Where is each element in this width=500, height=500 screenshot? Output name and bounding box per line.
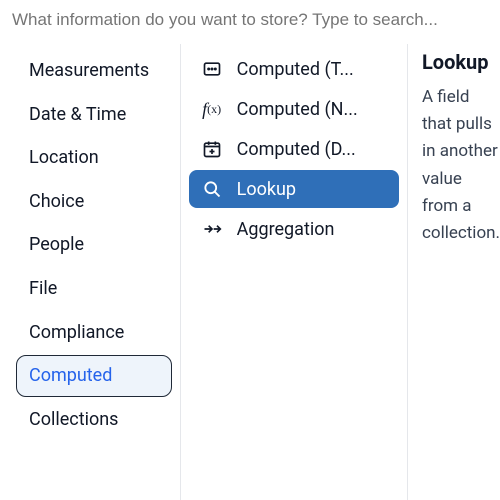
field-type-list: Computed (T... f(x) Computed (N... Compu…: [181, 44, 408, 500]
category-collections[interactable]: Collections: [16, 399, 172, 441]
type-computed-date[interactable]: Computed (D...: [189, 130, 399, 168]
detail-description: A field that pulls in another value from…: [422, 84, 500, 247]
detail-title: Lookup: [422, 50, 500, 74]
detail-panel: Lookup A field that pulls in another val…: [408, 44, 500, 500]
type-aggregation[interactable]: Aggregation: [189, 210, 399, 248]
category-date-time[interactable]: Date & Time: [16, 94, 172, 136]
category-measurements[interactable]: Measurements: [16, 50, 172, 92]
category-choice[interactable]: Choice: [16, 181, 172, 223]
type-label: Computed (D...: [237, 139, 356, 160]
type-label: Computed (N...: [237, 99, 358, 120]
type-label: Computed (T...: [237, 59, 354, 80]
category-compliance[interactable]: Compliance: [16, 312, 172, 354]
search-input[interactable]: [0, 0, 500, 44]
aggregation-icon: [201, 218, 223, 240]
type-label: Aggregation: [237, 219, 335, 240]
search-icon: [201, 178, 223, 200]
category-file[interactable]: File: [16, 268, 172, 310]
type-lookup[interactable]: Lookup: [189, 170, 399, 208]
category-list: Measurements Date & Time Location Choice…: [0, 44, 181, 500]
text-icon: [201, 58, 223, 80]
category-people[interactable]: People: [16, 224, 172, 266]
category-computed[interactable]: Computed: [16, 355, 172, 397]
fx-icon: f(x): [201, 98, 223, 120]
type-computed-number[interactable]: f(x) Computed (N...: [189, 90, 399, 128]
type-label: Lookup: [237, 179, 296, 200]
calendar-icon: [201, 138, 223, 160]
category-location[interactable]: Location: [16, 137, 172, 179]
type-computed-text[interactable]: Computed (T...: [189, 50, 399, 88]
